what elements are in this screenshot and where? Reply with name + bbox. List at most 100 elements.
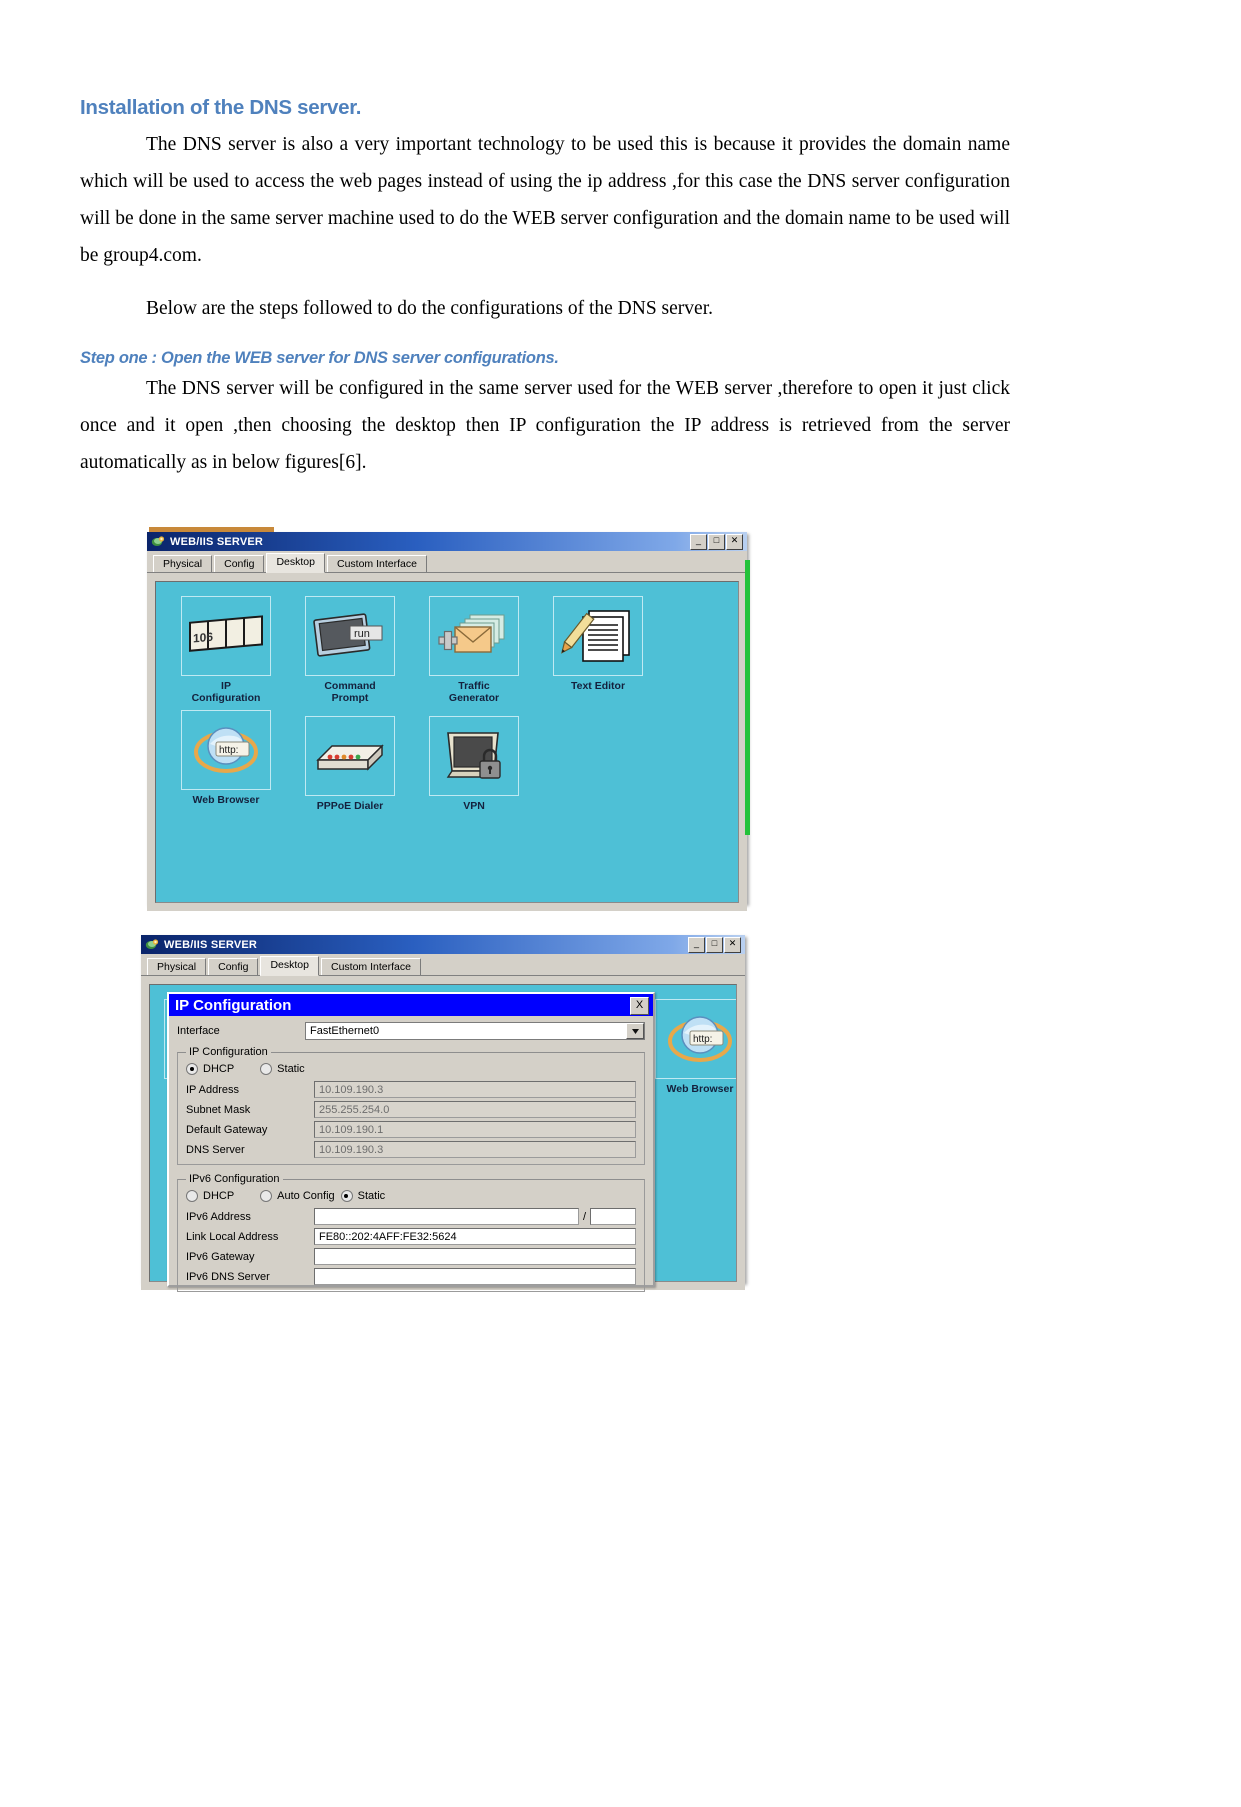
svg-text:http:: http: [219, 745, 238, 756]
ipv6-group: IPv6 Configuration DHCP Auto Config Stat… [177, 1173, 645, 1292]
ipv6-dns-server-row: IPv6 DNS Server [186, 1268, 636, 1285]
desktop-icon-label: VPN [463, 800, 485, 812]
ip-address-input[interactable]: 10.109.190.3 [314, 1081, 636, 1098]
window-title-2: WEB/IIS SERVER [164, 938, 258, 951]
radio-dhcp-ipv4[interactable]: DHCP [186, 1063, 234, 1075]
desktop-icon-grid[interactable]: 106 IP Configuration run Command Prompt … [156, 582, 738, 818]
tab-bar-1[interactable]: Physical Config Desktop Custom Interface [147, 551, 747, 573]
radio-dot [260, 1063, 273, 1075]
desktop-icon-text-editor[interactable]: Text Editor [542, 596, 654, 704]
background-sliver-green [745, 560, 750, 835]
ipv6-prefix-separator: / [582, 1210, 586, 1223]
radio-dot [260, 1190, 273, 1202]
tab-custom-interface[interactable]: Custom Interface [321, 958, 421, 975]
packet-tracer-window-2[interactable]: WEB/IIS SERVER _ □ ✕ Physical Config Des… [141, 935, 745, 1292]
chevron-down-icon[interactable] [626, 1023, 644, 1039]
window-body-1: 106 IP Configuration run Command Prompt … [147, 573, 747, 911]
subnet-mask-input[interactable]: 255.255.254.0 [314, 1101, 636, 1118]
desktop-icon-web-browser[interactable]: http: Web Browser [644, 999, 736, 1095]
paragraph-intro: The DNS server is also a very important … [80, 134, 1010, 266]
radio-auto-config-ipv6[interactable]: Auto Config [260, 1190, 335, 1202]
desktop-icon-label: Traffic Generator [448, 680, 500, 704]
ipv6-address-input[interactable] [314, 1208, 579, 1225]
text-editor-icon[interactable] [553, 596, 643, 676]
ipv4-group: IP Configuration DHCP Static IP Address [177, 1046, 645, 1165]
interface-label: Interface [177, 1025, 220, 1037]
link-local-address-row: Link Local Address FE80::202:4AFF:FE32:5… [186, 1228, 636, 1245]
ipv4-group-label: IP Configuration [189, 1046, 268, 1058]
radio-static-ipv6[interactable]: Static [340, 1190, 385, 1202]
ipv6-mode-radios[interactable]: DHCP Auto Config Static [186, 1190, 636, 1202]
traffic-generator-icon[interactable] [429, 596, 519, 676]
tab-config[interactable]: Config [208, 958, 259, 975]
close-button[interactable]: ✕ [724, 936, 741, 953]
web-browser-icon[interactable]: http: [655, 999, 736, 1079]
dialog-title: IP Configuration [175, 996, 292, 1014]
tab-custom-interface[interactable]: Custom Interface [327, 555, 427, 572]
ipv6-prefix-input[interactable] [590, 1208, 636, 1225]
radio-label: DHCP [203, 1190, 235, 1202]
dialog-content: Interface FastEthernet0 IP Configuration… [169, 1016, 653, 1292]
dns-server-row: DNS Server 10.109.190.3 [186, 1141, 636, 1158]
default-gateway-input[interactable]: 10.109.190.1 [314, 1121, 636, 1138]
desktop-icon-label: PPPoE Dialer [316, 800, 384, 812]
tab-physical[interactable]: Physical [153, 555, 213, 572]
web-browser-icon[interactable]: http: [181, 710, 271, 790]
maximize-button[interactable]: □ [706, 936, 723, 953]
tab-config[interactable]: Config [214, 555, 265, 572]
ip-configuration-dialog[interactable]: IP Configuration X Interface FastEtherne… [167, 992, 655, 1292]
ipv6-gateway-row: IPv6 Gateway [186, 1248, 636, 1265]
subnet-mask-row: Subnet Mask 255.255.254.0 [186, 1101, 636, 1118]
close-button[interactable]: ✕ [726, 533, 743, 550]
packet-tracer-icon [151, 535, 165, 549]
svg-text:run: run [354, 628, 370, 640]
tab-bar-2[interactable]: Physical Config Desktop Custom Interface [141, 954, 745, 976]
ipv6-dns-server-label: IPv6 DNS Server [186, 1270, 270, 1283]
minimize-button[interactable]: _ [690, 533, 707, 550]
window-titlebar-1[interactable]: WEB/IIS SERVER _ □ ✕ [147, 532, 747, 551]
radio-dhcp-ipv6[interactable]: DHCP [186, 1190, 234, 1202]
window-titlebar-2[interactable]: WEB/IIS SERVER _ □ ✕ [141, 935, 745, 954]
desktop-icon-label: Web Browser [666, 1083, 734, 1095]
window-controls-2[interactable]: _ □ ✕ [688, 936, 743, 953]
ipv4-mode-radios[interactable]: DHCP Static [186, 1063, 636, 1075]
ipv6-gateway-label: IPv6 Gateway [186, 1250, 255, 1263]
tab-physical[interactable]: Physical [147, 958, 207, 975]
desktop-icon-ip-configuration[interactable]: 106 IP Configuration [170, 596, 282, 704]
ip-configuration-icon[interactable]: 106 [181, 596, 271, 676]
desktop-icon-label: Command Prompt [324, 680, 376, 704]
ip-address-row: IP Address 10.109.190.3 [186, 1081, 636, 1098]
minimize-button[interactable]: _ [688, 936, 705, 953]
desktop-icon-label: IP Configuration [191, 680, 261, 704]
window-title-1: WEB/IIS SERVER [170, 535, 264, 548]
pppoe-dialer-icon[interactable] [305, 716, 395, 796]
desktop-canvas-1: 106 IP Configuration run Command Prompt … [155, 581, 739, 903]
packet-tracer-icon [145, 938, 159, 952]
dialog-titlebar[interactable]: IP Configuration X [169, 994, 653, 1016]
interface-select[interactable]: FastEthernet0 [305, 1022, 645, 1040]
ipv6-gateway-input[interactable] [314, 1248, 636, 1265]
default-gateway-row: Default Gateway 10.109.190.1 [186, 1121, 636, 1138]
desktop-icon-command-prompt[interactable]: run Command Prompt [294, 596, 406, 704]
dns-server-input[interactable]: 10.109.190.3 [314, 1141, 636, 1158]
radio-label: Static [277, 1063, 305, 1075]
tab-desktop[interactable]: Desktop [260, 956, 319, 976]
desktop-icon-traffic-generator[interactable]: Traffic Generator [418, 596, 530, 704]
window-controls-1[interactable]: _ □ ✕ [690, 533, 745, 550]
section-subheading: Step one : Open the WEB server for DNS s… [80, 349, 559, 367]
packet-tracer-window-1[interactable]: WEB/IIS SERVER _ □ ✕ Physical Config Des… [147, 527, 747, 911]
dialog-close-button[interactable]: X [630, 997, 649, 1015]
link-local-address-input[interactable]: FE80::202:4AFF:FE32:5624 [314, 1228, 636, 1245]
radio-static-ipv4[interactable]: Static [260, 1063, 305, 1075]
desktop-icon-web-browser[interactable]: http: Web Browser [170, 710, 282, 812]
ipv6-dns-server-input[interactable] [314, 1268, 636, 1285]
desktop-icon-pppoe-dialer[interactable]: PPPoE Dialer [294, 716, 406, 812]
svg-text:http:: http: [693, 1034, 712, 1045]
radio-label: Auto Config [277, 1190, 335, 1202]
desktop-icon-vpn[interactable]: VPN [418, 716, 530, 812]
command-prompt-icon[interactable]: run [305, 596, 395, 676]
vpn-icon[interactable] [429, 716, 519, 796]
maximize-button[interactable]: □ [708, 533, 725, 550]
radio-label: DHCP [203, 1063, 235, 1075]
tab-desktop[interactable]: Desktop [266, 553, 325, 573]
